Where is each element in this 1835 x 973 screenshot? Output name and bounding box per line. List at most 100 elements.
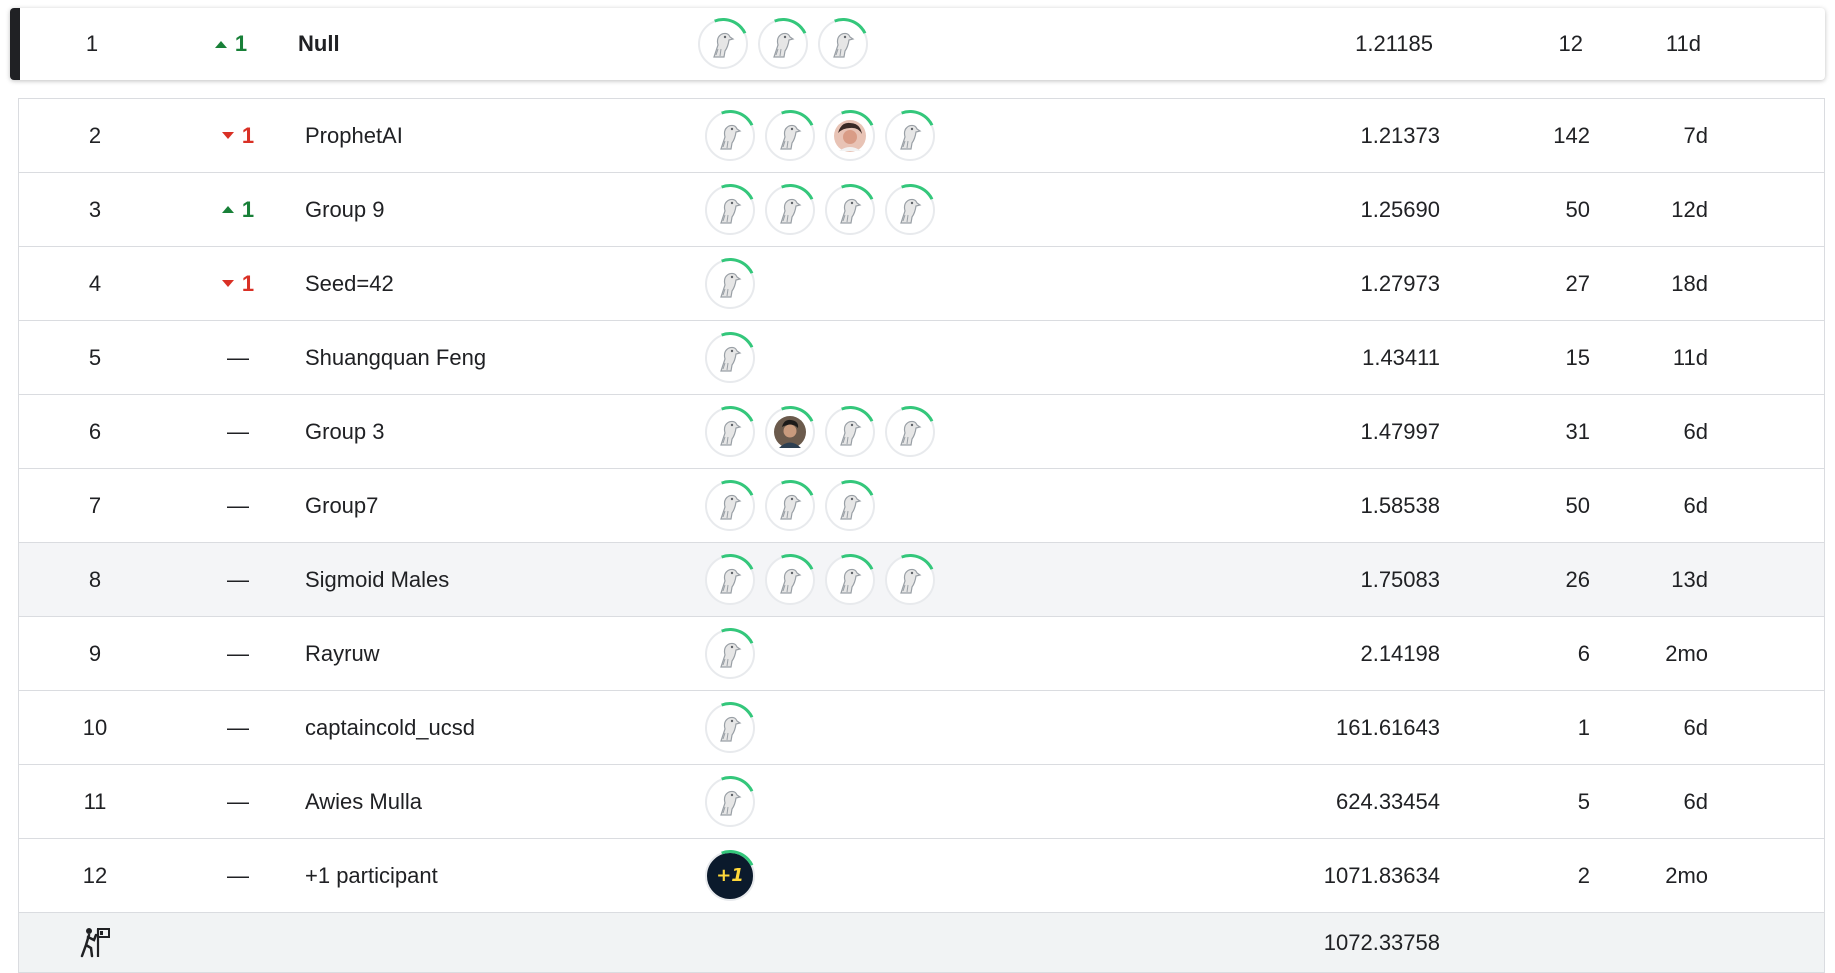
last-submission: 6d xyxy=(1683,492,1708,518)
team-name[interactable]: Sigmoid Males xyxy=(305,567,705,593)
last-submission: 2mo xyxy=(1665,862,1708,888)
goose-icon[interactable] xyxy=(705,776,755,827)
rank-change: — xyxy=(171,715,305,741)
team-name[interactable]: Shuangquan Feng xyxy=(305,345,705,371)
goose-icon[interactable] xyxy=(765,554,815,605)
team-name[interactable]: Null xyxy=(298,31,698,57)
score: 1.47997 xyxy=(1360,418,1440,444)
team-name[interactable]: Group 9 xyxy=(305,197,705,223)
arrow-up-icon xyxy=(221,206,234,213)
rank-change-value: 1 xyxy=(241,122,255,148)
team-name[interactable]: captaincold_ucsd xyxy=(305,715,705,741)
table-row[interactable]: 6 — Group 3 1.47997 31 6d xyxy=(18,395,1825,469)
rank: 5 xyxy=(88,344,102,370)
last-submission: 6d xyxy=(1683,714,1708,740)
rank-change: — xyxy=(171,863,305,889)
score: 1.25690 xyxy=(1360,196,1440,222)
leaderboard-table: 2 1 ProphetAI 1.21373 142 7d 3 1 Group 9 1.25690 5… xyxy=(18,98,1825,973)
rank: 1 xyxy=(85,31,99,56)
entries: 6 xyxy=(1577,640,1590,666)
team-name[interactable]: Group 3 xyxy=(305,419,705,445)
table-row[interactable]: 10 — captaincold_ucsd 161.61643 1 6d xyxy=(18,691,1825,765)
table-row[interactable]: 5 — Shuangquan Feng 1.43411 15 11d xyxy=(18,321,1825,395)
goose-icon[interactable] xyxy=(705,406,755,457)
team-members xyxy=(705,776,1315,827)
goose-icon[interactable] xyxy=(758,19,808,69)
goose-icon[interactable] xyxy=(825,554,875,605)
team-members xyxy=(705,702,1315,753)
last-submission: 13d xyxy=(1671,566,1708,592)
goose-icon[interactable] xyxy=(765,480,815,531)
goose-icon[interactable] xyxy=(825,184,875,235)
table-row[interactable]: 9 — Rayruw 2.14198 6 2mo xyxy=(18,617,1825,691)
team-name[interactable]: Seed=42 xyxy=(305,271,705,297)
last-submission: 7d xyxy=(1683,122,1708,148)
rank-change-value: 1 xyxy=(241,270,255,296)
last-submission: 6d xyxy=(1683,788,1708,814)
goose-icon[interactable] xyxy=(885,554,935,605)
goose-icon[interactable] xyxy=(825,406,875,457)
rank-change-value: — xyxy=(227,566,249,592)
team-name[interactable]: Rayruw xyxy=(305,641,705,667)
goose-icon[interactable] xyxy=(705,554,755,605)
goose-icon[interactable] xyxy=(705,332,755,383)
plus-one-badge-icon[interactable]: +1 xyxy=(705,850,755,901)
score: 1.43411 xyxy=(1362,344,1440,370)
rank: 12 xyxy=(82,862,108,888)
team-members xyxy=(698,19,1308,69)
team-members xyxy=(705,406,1315,457)
rank: 9 xyxy=(88,640,102,666)
goose-icon[interactable] xyxy=(885,110,935,161)
last-submission: 11d xyxy=(1665,31,1701,56)
goose-icon[interactable] xyxy=(818,19,868,69)
benchmark-person-icon xyxy=(80,927,110,957)
rank: 11 xyxy=(83,788,107,814)
rank: 8 xyxy=(88,566,102,592)
rank-change: 1 xyxy=(171,123,305,149)
member-avatar[interactable] xyxy=(765,406,815,457)
table-row[interactable]: 11 — Awies Mulla 624.33454 5 6d xyxy=(18,765,1825,839)
last-submission: 6d xyxy=(1683,418,1708,444)
goose-icon[interactable] xyxy=(705,110,755,161)
table-row[interactable]: 4 1 Seed=42 1.27973 27 18d xyxy=(18,247,1825,321)
rank-change-value: — xyxy=(227,344,249,370)
rank-change-value: — xyxy=(227,862,249,888)
table-row[interactable]: 8 — Sigmoid Males 1.75083 26 13d xyxy=(18,543,1825,617)
score: 161.61643 xyxy=(1336,714,1440,740)
last-submission: 18d xyxy=(1671,270,1708,296)
member-avatar[interactable] xyxy=(825,110,875,161)
goose-icon[interactable] xyxy=(765,110,815,161)
team-name[interactable]: Group7 xyxy=(305,493,705,519)
goose-icon[interactable] xyxy=(705,184,755,235)
last-submission: 11d xyxy=(1672,344,1708,370)
team-name[interactable]: +1 participant xyxy=(305,863,705,889)
entries: 1 xyxy=(1577,714,1590,740)
goose-icon[interactable] xyxy=(765,184,815,235)
goose-icon[interactable] xyxy=(885,406,935,457)
entries: 26 xyxy=(1565,566,1590,592)
table-row[interactable]: 3 1 Group 9 1.25690 50 12d xyxy=(18,173,1825,247)
leaderboard-row-top[interactable]: 1 1 Null 1.21185 12 11d xyxy=(10,8,1825,80)
arrow-up-icon xyxy=(214,40,227,48)
team-name[interactable]: Awies Mulla xyxy=(305,789,705,815)
entries: 5 xyxy=(1577,788,1590,814)
goose-icon[interactable] xyxy=(705,628,755,679)
rank: 10 xyxy=(82,714,108,740)
entries: 12 xyxy=(1558,31,1583,56)
team-name[interactable]: ProphetAI xyxy=(305,123,705,149)
table-row[interactable]: 12 — +1 participant +1 1071.83634 2 2mo xyxy=(18,839,1825,913)
team-members xyxy=(705,258,1315,309)
score: 2.14198 xyxy=(1360,640,1440,666)
goose-icon[interactable] xyxy=(705,480,755,531)
goose-icon[interactable] xyxy=(705,258,755,309)
goose-icon[interactable] xyxy=(885,184,935,235)
table-row[interactable]: 2 1 ProphetAI 1.21373 142 7d xyxy=(18,99,1825,173)
last-submission: 2mo xyxy=(1665,640,1708,666)
last-submission: 12d xyxy=(1671,196,1708,222)
goose-icon[interactable] xyxy=(698,19,748,69)
goose-icon[interactable] xyxy=(705,702,755,753)
table-row[interactable]: 7 — Group7 1.58538 50 6d xyxy=(18,469,1825,543)
team-members xyxy=(705,184,1315,235)
rank-change: — xyxy=(171,493,305,519)
goose-icon[interactable] xyxy=(825,480,875,531)
